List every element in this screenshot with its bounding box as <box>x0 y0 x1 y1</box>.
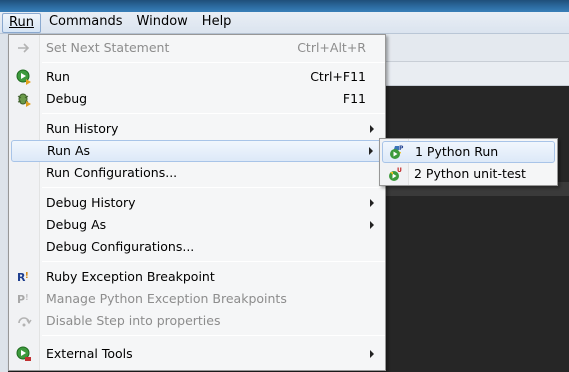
run-icon <box>16 69 32 85</box>
menu-item-label: Disable Step into properties <box>46 313 221 328</box>
menu-item-label: Run As <box>47 143 91 158</box>
svg-text:P: P <box>17 293 25 306</box>
left-gutter-strip <box>0 34 8 372</box>
menu-item-label: Set Next Statement <box>46 40 170 55</box>
ruby-breakpoint-icon: R! <box>16 269 32 285</box>
menu-item-debug-history[interactable]: Debug History <box>11 192 383 214</box>
menu-item-label: Debug As <box>46 217 107 232</box>
debug-icon <box>16 91 32 107</box>
svg-text:P: P <box>399 145 404 152</box>
window-title-strip <box>0 0 569 12</box>
menu-item-label: Debug <box>46 91 88 106</box>
submenu-arrow-icon <box>370 350 374 358</box>
menu-item-external-tools[interactable]: External Tools <box>11 343 383 365</box>
python-unittest-icon: U <box>387 166 403 182</box>
menu-item-label: Debug History <box>46 195 136 210</box>
menu-commands-label: Commands <box>48 13 123 29</box>
menu-run-label: Run <box>9 14 34 30</box>
submenu-item-python-run[interactable]: P 1 Python Run <box>382 141 555 163</box>
menu-separator <box>42 62 385 63</box>
submenu-item-python-unit-test[interactable]: U 2 Python unit-test <box>382 163 555 185</box>
menu-item-manage-python-exception-breakpoints[interactable]: P! Manage Python Exception Breakpoints <box>11 288 383 310</box>
submenu-arrow-icon <box>370 221 374 229</box>
menu-item-label: Run History <box>46 121 119 136</box>
svg-text:U: U <box>397 167 402 174</box>
submenu-item-label: 2 Python unit-test <box>414 166 526 181</box>
menu-run[interactable]: Run <box>2 12 41 33</box>
submenu-arrow-icon <box>369 147 373 155</box>
menu-item-label: Debug Configurations... <box>46 239 195 254</box>
step-into-icon <box>16 313 32 329</box>
menu-item-shortcut: Ctrl+F11 <box>310 69 366 84</box>
menu-separator <box>42 187 385 188</box>
menu-item-disable-step-into-properties[interactable]: Disable Step into properties <box>11 310 383 332</box>
menu-item-shortcut: Ctrl+Alt+R <box>297 40 366 55</box>
run-as-submenu: P 1 Python Run U 2 Python unit-test <box>379 138 558 186</box>
menu-item-run[interactable]: Run Ctrl+F11 <box>11 66 383 88</box>
menu-separator <box>42 261 385 262</box>
menu-help[interactable]: Help <box>196 13 238 33</box>
menu-help-label: Help <box>201 13 232 29</box>
python-breakpoint-icon: P! <box>16 291 32 307</box>
menu-item-shortcut: F11 <box>342 91 366 106</box>
submenu-arrow-icon <box>370 125 374 133</box>
menu-bar: Run Commands Window Help <box>0 12 569 34</box>
menu-separator <box>42 113 385 114</box>
arrow-right-icon <box>16 40 32 56</box>
menu-item-set-next-statement[interactable]: Set Next Statement Ctrl+Alt+R <box>11 37 383 59</box>
menu-commands[interactable]: Commands <box>43 13 129 33</box>
menu-item-label: Manage Python Exception Breakpoints <box>46 291 287 306</box>
menu-item-ruby-exception-breakpoint[interactable]: R! Ruby Exception Breakpoint <box>11 266 383 288</box>
python-run-icon: P <box>388 144 404 160</box>
menu-item-run-as[interactable]: Run As <box>11 140 383 162</box>
submenu-arrow-icon <box>370 199 374 207</box>
run-menu-dropdown: Set Next Statement Ctrl+Alt+R Run Ctrl+F… <box>8 34 386 371</box>
external-tools-icon <box>16 346 32 362</box>
menu-item-run-configurations[interactable]: Run Configurations... <box>11 162 383 184</box>
menu-separator <box>42 335 385 336</box>
menu-item-label: Run <box>46 69 70 84</box>
menu-item-debug-as[interactable]: Debug As <box>11 214 383 236</box>
svg-text:!: ! <box>25 293 29 302</box>
menu-window[interactable]: Window <box>131 13 194 33</box>
svg-text:!: ! <box>25 271 29 280</box>
menu-item-label: Ruby Exception Breakpoint <box>46 269 215 284</box>
menu-window-label: Window <box>136 13 188 29</box>
menu-item-label: External Tools <box>46 346 133 361</box>
menu-item-label: Run Configurations... <box>46 165 178 180</box>
menu-item-run-history[interactable]: Run History <box>11 118 383 140</box>
menu-item-debug-configurations[interactable]: Debug Configurations... <box>11 236 383 258</box>
submenu-item-label: 1 Python Run <box>415 144 499 159</box>
menu-item-debug[interactable]: Debug F11 <box>11 88 383 110</box>
